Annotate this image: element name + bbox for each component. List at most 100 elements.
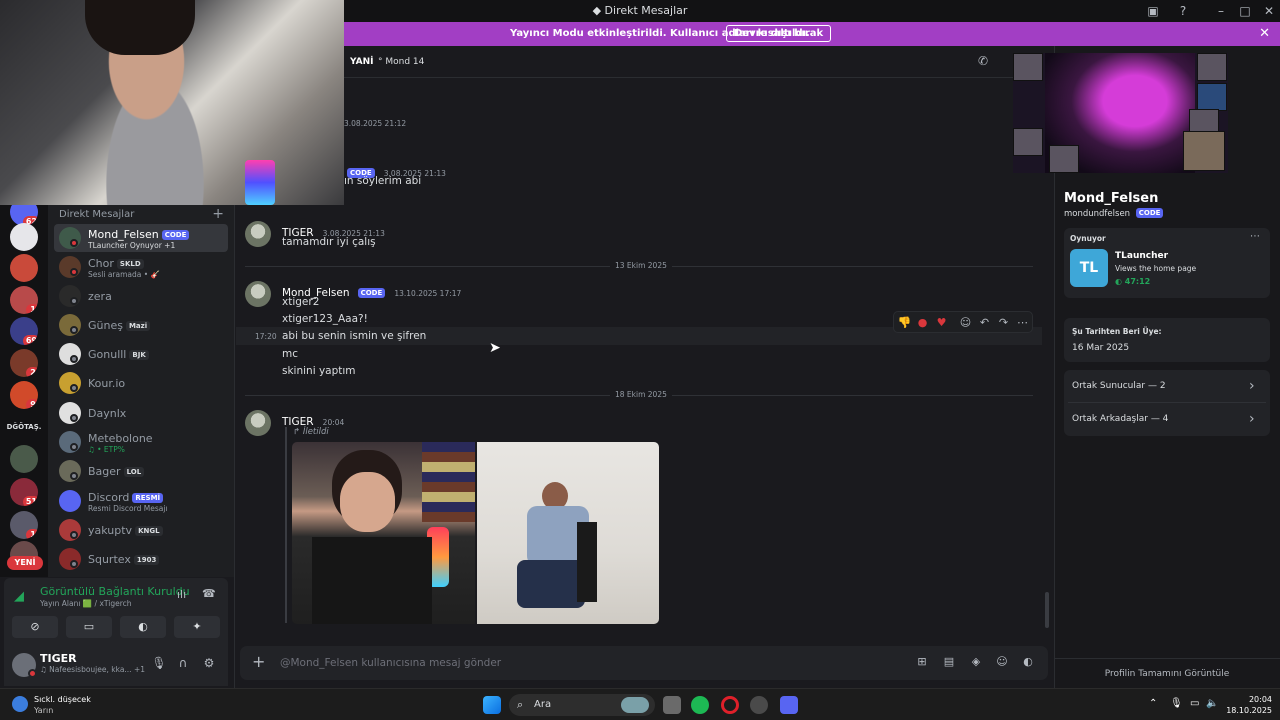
inbox-icon[interactable]: ▣ (1145, 3, 1161, 19)
screen-share-icon[interactable]: ▭ (66, 616, 112, 638)
voice-status[interactable]: Görüntülü Bağlantı Kuruldu (40, 585, 190, 598)
settings-gear-icon[interactable]: ⚙ (200, 656, 218, 674)
server-icon[interactable]: 51 (10, 478, 38, 506)
avatar[interactable] (245, 410, 271, 436)
voice-call-icon[interactable]: ✆ (978, 54, 988, 68)
tray-mic-icon[interactable]: 🎙 (1170, 698, 1183, 709)
dm-name: zera (88, 290, 112, 303)
opera-icon[interactable] (721, 696, 739, 714)
server-icon[interactable]: 2 (10, 349, 38, 377)
avatar[interactable] (245, 281, 271, 307)
search-highlight-icon (621, 697, 649, 713)
maximize-button[interactable]: □ (1237, 3, 1253, 19)
message-text: abi bu senin ismin ve şifren (282, 330, 427, 342)
game-icon[interactable]: ◐ (1020, 655, 1036, 671)
minimize-button[interactable]: – (1213, 3, 1229, 19)
microphone-icon[interactable]: 🎙 (150, 656, 168, 674)
activity-icon[interactable]: ◐ (120, 616, 166, 638)
tray-display-icon[interactable]: ▭ (1190, 698, 1199, 709)
dm-item-daynlx[interactable]: Daynlx (54, 399, 228, 427)
voice-channel[interactable]: Yayın Alanı 🟩 / xTigerch (40, 599, 132, 608)
forward-icon[interactable]: ↷ (996, 315, 1011, 330)
heart-reaction-icon[interactable]: ♥ (934, 315, 949, 330)
steam-icon[interactable] (750, 696, 768, 714)
noise-suppression-icon[interactable]: ılı (177, 588, 186, 601)
task-view-icon[interactable] (663, 696, 681, 714)
tray-volume-icon[interactable]: 🔈 (1206, 698, 1218, 709)
add-reaction-icon[interactable]: ☺ (958, 315, 973, 330)
server-icon[interactable] (10, 223, 38, 251)
dm-item-gonulll[interactable]: Gonulll BJK (54, 340, 228, 368)
dm-name: yakuptv KNGL (88, 524, 163, 537)
reply-icon[interactable]: ↶ (977, 315, 992, 330)
weather-icon[interactable] (12, 696, 28, 712)
disconnect-icon[interactable]: ☎ (202, 587, 216, 600)
activity-more-icon[interactable]: ⋯ (1250, 231, 1260, 242)
help-icon[interactable]: ? (1175, 3, 1191, 19)
taskbar-clock[interactable]: 20:04 18.10.2025 (1224, 694, 1272, 716)
soundboard-icon[interactable]: ✦ (174, 616, 220, 638)
message-composer: + @Mond_Felsen kullanıcısına mesaj gönde… (240, 646, 1048, 680)
dm-name: Kour.io (88, 377, 126, 390)
attachment-image[interactable] (292, 442, 475, 624)
dm-item-yakuptv[interactable]: yakuptv KNGL (54, 516, 228, 544)
server-icon[interactable]: 69 (10, 317, 38, 345)
dm-item-kourio[interactable]: Kour.io (54, 369, 228, 397)
message-input[interactable]: @Mond_Felsen kullanıcısına mesaj gönder (280, 657, 501, 669)
avatar (59, 490, 81, 512)
dm-item-gunes[interactable]: Güneş Mazi (54, 311, 228, 339)
emoji-icon[interactable]: ☺ (994, 655, 1010, 671)
message-timestamp: 3.08.2025 21:12 (344, 119, 407, 128)
mutual-servers-row[interactable]: Ortak Sunucular — 2 (1072, 381, 1166, 391)
avatar (59, 431, 81, 453)
gift-icon[interactable]: ⊞ (914, 655, 930, 671)
dm-item-bager[interactable]: Bager LOL (54, 457, 228, 485)
attach-plus-icon[interactable]: + (252, 652, 265, 671)
view-full-profile-button[interactable]: Profilin Tamamını Görüntüle (1054, 658, 1280, 688)
dm-item-mond-felsen[interactable]: Mond_Felsen CODE TLauncher Oynuyor +1 (54, 224, 228, 252)
close-window-button[interactable]: ✕ (1261, 3, 1277, 19)
more-actions-icon[interactable]: ⋯ (1015, 315, 1030, 330)
server-icon[interactable]: 9 (10, 381, 38, 409)
message-timestamp: 20:04 (322, 418, 345, 427)
avatar[interactable] (245, 221, 271, 247)
sticker-icon[interactable]: ◈ (968, 655, 984, 671)
banner-close-icon[interactable]: ✕ (1259, 26, 1270, 41)
headphones-icon[interactable]: ∩ (174, 656, 192, 674)
attachment-image[interactable] (477, 442, 659, 624)
dm-item-zera[interactable]: zera (54, 282, 228, 310)
mutual-friends-row[interactable]: Ortak Arkadaşlar — 4 (1072, 414, 1168, 424)
server-folder-label[interactable]: DĞÖTAŞ. (2, 423, 46, 431)
chevron-right-icon[interactable]: › (1249, 378, 1255, 394)
weather-widget[interactable]: Sıckl. düşecek Yarın (34, 694, 91, 716)
disable-streamer-mode-button[interactable]: Devre dışı bırak (726, 25, 832, 42)
server-icon[interactable]: 1 (10, 286, 38, 314)
thumbs-down-reaction-icon[interactable]: 👎 (897, 315, 912, 330)
new-unreads-pill[interactable]: YENİ (7, 556, 43, 570)
dm-item-metebolone[interactable]: Metebolone ♫ • ETP% (54, 428, 228, 456)
message-text: ın söylerim abi (344, 175, 422, 187)
unread-badge: 51 (22, 496, 38, 506)
camera-off-icon[interactable]: ⊘ (12, 616, 58, 638)
search-icon: ⌕ (517, 698, 524, 711)
user-name[interactable]: TIGER (40, 652, 77, 665)
dm-name: Daynlx (88, 407, 127, 420)
server-icon[interactable] (10, 254, 38, 282)
new-dm-plus-icon[interactable]: + (212, 206, 224, 222)
gif-icon[interactable]: ▤ (941, 655, 957, 671)
dm-item-discord[interactable]: Discord RESMİ Resmi Discord Mesajı (54, 487, 228, 515)
chat-scrollbar[interactable] (1045, 592, 1049, 628)
dm-item-squrtex[interactable]: Squrtex 1903 (54, 545, 228, 573)
dm-item-chor[interactable]: Chor SKLD Sesli aramada • 🎸 (54, 253, 228, 281)
start-button-icon[interactable] (483, 696, 501, 714)
server-icon[interactable] (10, 445, 38, 473)
avatar (59, 519, 81, 541)
server-icon[interactable]: 1 (10, 511, 38, 539)
tray-expand-icon[interactable]: ⌃ (1149, 698, 1157, 709)
taskbar-search[interactable]: ⌕ Ara (509, 694, 655, 716)
avatar (59, 460, 81, 482)
spotify-icon[interactable] (691, 696, 709, 714)
chevron-right-icon[interactable]: › (1249, 411, 1255, 427)
red-circle-reaction-icon[interactable]: ● (915, 315, 930, 330)
discord-taskbar-icon[interactable] (780, 696, 798, 714)
